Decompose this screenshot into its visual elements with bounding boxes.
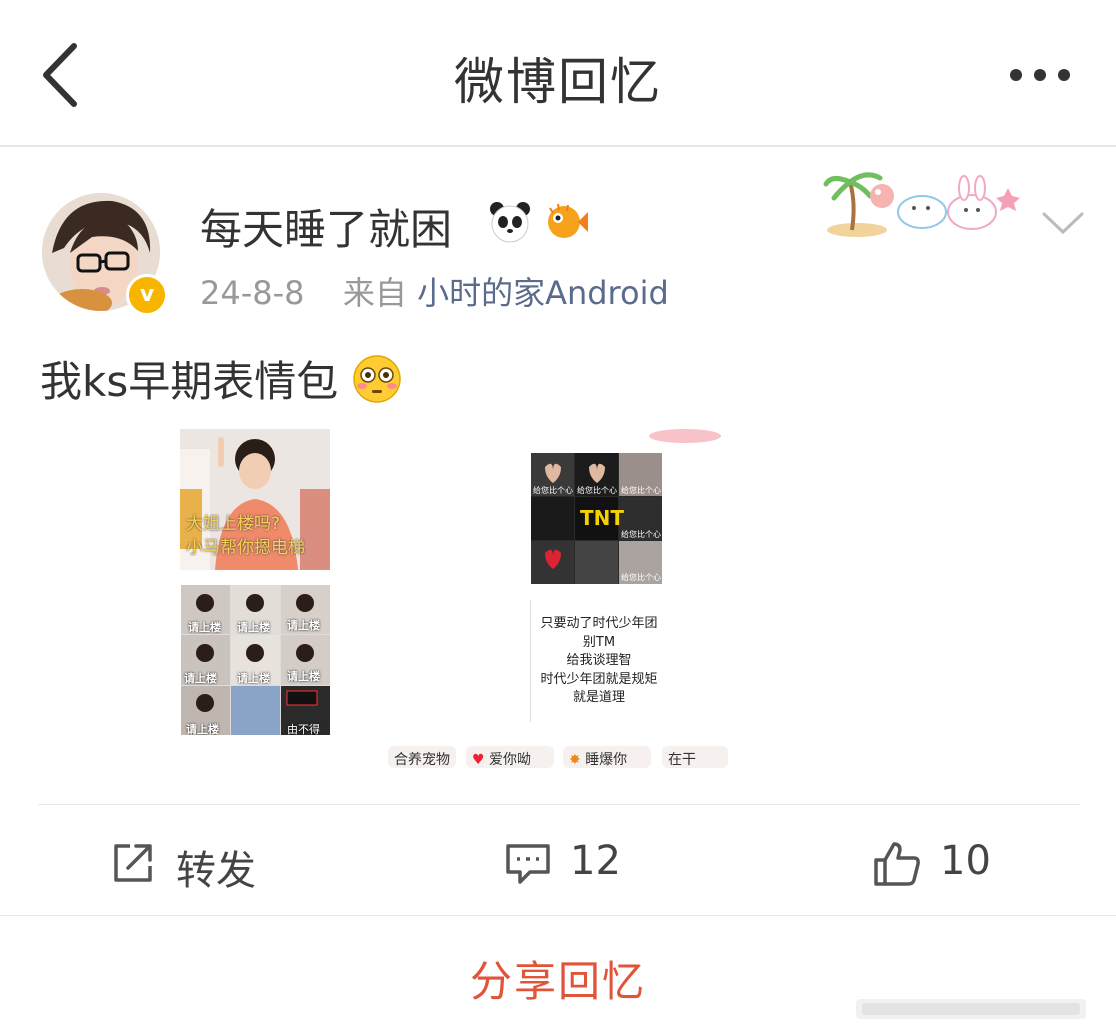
- more-dots-icon: [1010, 69, 1070, 81]
- post-source-link[interactable]: 小时的家Android: [417, 274, 669, 312]
- grid-caption: 给您比个心: [621, 573, 661, 582]
- repost-icon: [114, 844, 152, 882]
- image-caption-line1: 大姐上楼吗?: [186, 514, 281, 534]
- image-caption-line2: 小马帮你摁电梯: [186, 538, 305, 558]
- grid-caption: 请上楼: [186, 723, 219, 735]
- post-image[interactable]: 请上楼 请上楼 请上楼 请上楼 请上楼 请上楼 请上楼 由不得你: [181, 585, 330, 735]
- chevron-down-icon: [1042, 212, 1084, 235]
- sticker-chip-label: 爱你呦: [489, 752, 532, 768]
- more-options-button[interactable]: [1004, 60, 1076, 90]
- verified-badge-icon: v: [126, 274, 168, 316]
- grid-caption: 由不得你: [287, 723, 320, 735]
- svg-text:TNT: TNT: [580, 506, 624, 530]
- panel-line: 别TM: [582, 634, 616, 650]
- grid-caption: 请上楼: [287, 619, 320, 632]
- heart-icon: ♥: [472, 752, 485, 768]
- grid-caption: 给您比个心: [621, 486, 661, 495]
- pufferfish-emoji-icon: [548, 203, 588, 238]
- pink-sticker-image: [649, 429, 721, 443]
- burst-icon: ✸: [569, 752, 581, 768]
- post-meta: 24-8-8 来自 小时的家Android: [200, 268, 669, 314]
- post-text-content: 我ks早期表情包: [40, 357, 339, 406]
- comment-button[interactable]: 12: [504, 838, 624, 888]
- post-image[interactable]: 大姐上楼吗? 小马帮你摁电梯: [180, 429, 330, 570]
- thumbs-up-icon: [874, 842, 920, 886]
- sticker-chip: 合养宠物: [388, 746, 456, 768]
- panda-emoji-icon: [490, 202, 530, 243]
- flushed-face-emoji-icon: [352, 355, 401, 403]
- username[interactable]: 每天睡了就困: [200, 196, 452, 257]
- panel-line: 只要动了时代少年团: [540, 616, 658, 631]
- sticker-chip: ♥ 爱你呦: [466, 746, 554, 768]
- grid-caption: 给您比个心: [577, 486, 617, 495]
- grid-caption: 给您比个心: [533, 486, 573, 495]
- page-title: 微博回忆: [454, 53, 662, 111]
- panel-line: 给我谈理智: [566, 653, 632, 668]
- source-prefix: 来自: [342, 274, 407, 312]
- footer-divider: [0, 915, 1116, 916]
- like-count: 10: [940, 838, 991, 884]
- post-date: 24-8-8: [200, 274, 305, 312]
- grid-caption: 给您比个心: [621, 530, 661, 539]
- blurred-watermark: [856, 999, 1086, 1019]
- post-image[interactable]: TNT 给您比个心 给您比个心 给您比个心 给您比个心 给您比个心: [531, 453, 662, 584]
- quote-text-panel: 只要动了时代少年团 别TM 给我谈理智 时代少年团就是规矩 就是道理: [532, 615, 666, 708]
- sticker-chip: 在干: [662, 746, 728, 768]
- panel-divider: [530, 600, 531, 722]
- comment-count: 12: [570, 838, 621, 884]
- card-decoration-image: [823, 172, 1020, 237]
- expand-button[interactable]: [1040, 208, 1086, 238]
- grid-caption: 请上楼: [237, 672, 270, 685]
- post-text: 我ks早期表情包: [40, 348, 402, 409]
- repost-label: 转发: [176, 848, 256, 894]
- grid-caption: 请上楼: [287, 670, 320, 683]
- like-button[interactable]: 10: [872, 838, 992, 888]
- repost-button[interactable]: 转发: [110, 838, 270, 894]
- top-navigation-bar: 微博回忆: [0, 0, 1116, 147]
- grid-caption: 请上楼: [188, 621, 221, 634]
- comment-icon: [506, 844, 550, 884]
- sticker-chip-label: 睡爆你: [585, 752, 628, 768]
- panel-line: 就是道理: [572, 690, 625, 705]
- panel-line: 时代少年团就是规矩: [540, 671, 658, 687]
- photo-grid-heart-hands: TNT: [531, 453, 662, 584]
- grid-caption: 请上楼: [184, 672, 217, 685]
- sticker-chip: ✸ 睡爆你: [563, 746, 651, 768]
- grid-caption: 请上楼: [237, 621, 270, 634]
- action-bar-divider: [38, 804, 1080, 805]
- photo-grid-please-go-upstairs: [181, 585, 330, 735]
